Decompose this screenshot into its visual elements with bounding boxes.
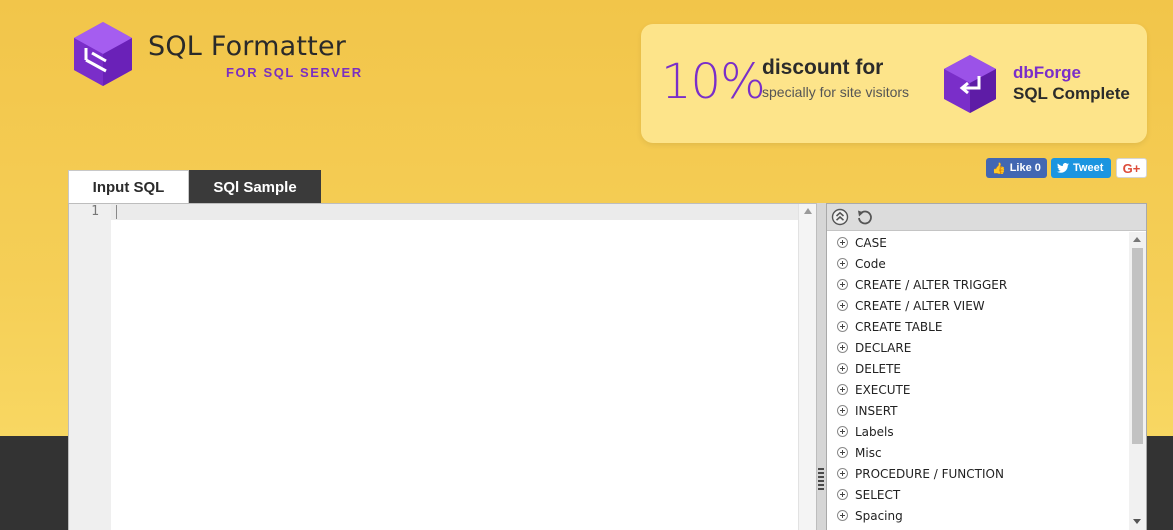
promo-subline: specially for site visitors [762, 84, 910, 100]
reset-icon[interactable] [856, 208, 874, 226]
options-scrollbar[interactable] [1129, 232, 1146, 530]
option-label: EXECUTE [855, 382, 911, 397]
tweet-label: Tweet [1073, 162, 1104, 174]
tab-input-sql[interactable]: Input SQL [68, 170, 189, 204]
option-item[interactable]: SELECT [827, 484, 1129, 505]
cube-logo-icon[interactable] [72, 20, 134, 88]
option-label: CREATE TABLE [855, 319, 943, 334]
expand-plus-icon[interactable] [837, 279, 848, 290]
expand-plus-icon[interactable] [837, 363, 848, 374]
expand-plus-icon[interactable] [837, 300, 848, 311]
app-subtitle: FOR SQL SERVER [226, 65, 363, 80]
expand-plus-icon[interactable] [837, 510, 848, 521]
twitter-bird-icon [1057, 163, 1069, 173]
options-list: CASE Code CREATE / ALTER TRIGGER CREATE … [827, 232, 1129, 526]
facebook-like-label: Like 0 [1009, 162, 1041, 174]
expand-plus-icon[interactable] [837, 405, 848, 416]
option-item[interactable]: CREATE / ALTER VIEW [827, 295, 1129, 316]
option-label: Code [855, 256, 886, 271]
option-item[interactable]: CASE [827, 232, 1129, 253]
scrollbar-thumb[interactable] [1132, 248, 1143, 444]
promo-banner[interactable]: 10% discount for specially for site visi… [641, 24, 1147, 143]
option-label: CASE [855, 235, 887, 250]
expand-plus-icon[interactable] [837, 237, 848, 248]
option-item[interactable]: Code [827, 253, 1129, 274]
tab-sql-sample[interactable]: SQl Sample [189, 170, 321, 204]
option-label: Spacing [855, 508, 903, 523]
promo-headline: discount for [762, 56, 884, 79]
option-label: CREATE / ALTER TRIGGER [855, 277, 1008, 292]
option-label: Labels [855, 424, 894, 439]
google-plus-button[interactable]: G+ [1116, 158, 1147, 178]
expand-plus-icon[interactable] [837, 342, 848, 353]
splitter-grip-icon[interactable] [818, 468, 824, 490]
expand-plus-icon[interactable] [837, 447, 848, 458]
line-gutter: 1 [69, 204, 111, 530]
option-label: CREATE / ALTER VIEW [855, 298, 985, 313]
option-label: DELETE [855, 361, 902, 376]
promo-percent: 10% [661, 54, 766, 110]
option-item[interactable]: DELETE [827, 358, 1129, 379]
option-item[interactable]: PROCEDURE / FUNCTION [827, 463, 1129, 484]
formatting-options-panel: CASE Code CREATE / ALTER TRIGGER CREATE … [826, 203, 1147, 530]
option-item[interactable]: EXECUTE [827, 379, 1129, 400]
option-item[interactable]: DECLARE [827, 337, 1129, 358]
expand-plus-icon[interactable] [837, 426, 848, 437]
dbforge-complete-icon [944, 55, 996, 113]
promo-product-edition: SQL Complete [1013, 84, 1130, 103]
active-line-highlight [111, 204, 798, 220]
scroll-up-arrow-icon[interactable] [804, 208, 812, 214]
expand-plus-icon[interactable] [837, 384, 848, 395]
editor-scrollbar[interactable] [798, 204, 816, 530]
option-label: Misc [855, 445, 882, 460]
option-label: DECLARE [855, 340, 912, 355]
option-label: SELECT [855, 487, 901, 502]
expand-plus-icon[interactable] [837, 489, 848, 500]
tweet-button[interactable]: Tweet [1051, 158, 1111, 178]
tab-sql-sample-label: SQl Sample [213, 178, 297, 196]
option-item[interactable]: CREATE TABLE [827, 316, 1129, 337]
scroll-down-arrow-icon[interactable] [1133, 519, 1141, 524]
collapse-all-icon[interactable] [831, 208, 849, 226]
line-number: 1 [91, 204, 99, 219]
option-item[interactable]: Misc [827, 442, 1129, 463]
option-item[interactable]: Labels [827, 421, 1129, 442]
scroll-up-arrow-icon[interactable] [1133, 237, 1141, 242]
option-label: INSERT [855, 403, 898, 418]
option-item[interactable]: INSERT [827, 400, 1129, 421]
expand-plus-icon[interactable] [837, 468, 848, 479]
tab-input-sql-label: Input SQL [92, 179, 165, 196]
option-label: PROCEDURE / FUNCTION [855, 466, 1004, 481]
options-toolbar [827, 204, 1146, 231]
promo-product-name: dbForge [1013, 63, 1081, 82]
app-title: SQL Formatter [148, 31, 347, 62]
facebook-like-button[interactable]: 👍 Like 0 [986, 158, 1047, 178]
sql-editor[interactable]: 1 [68, 203, 817, 530]
option-item[interactable]: CREATE / ALTER TRIGGER [827, 274, 1129, 295]
text-cursor [116, 205, 117, 219]
expand-plus-icon[interactable] [837, 321, 848, 332]
google-plus-label: G+ [1122, 160, 1141, 176]
thumbs-up-icon: 👍 [992, 162, 1006, 175]
option-item[interactable]: Spacing [827, 505, 1129, 526]
expand-plus-icon[interactable] [837, 258, 848, 269]
